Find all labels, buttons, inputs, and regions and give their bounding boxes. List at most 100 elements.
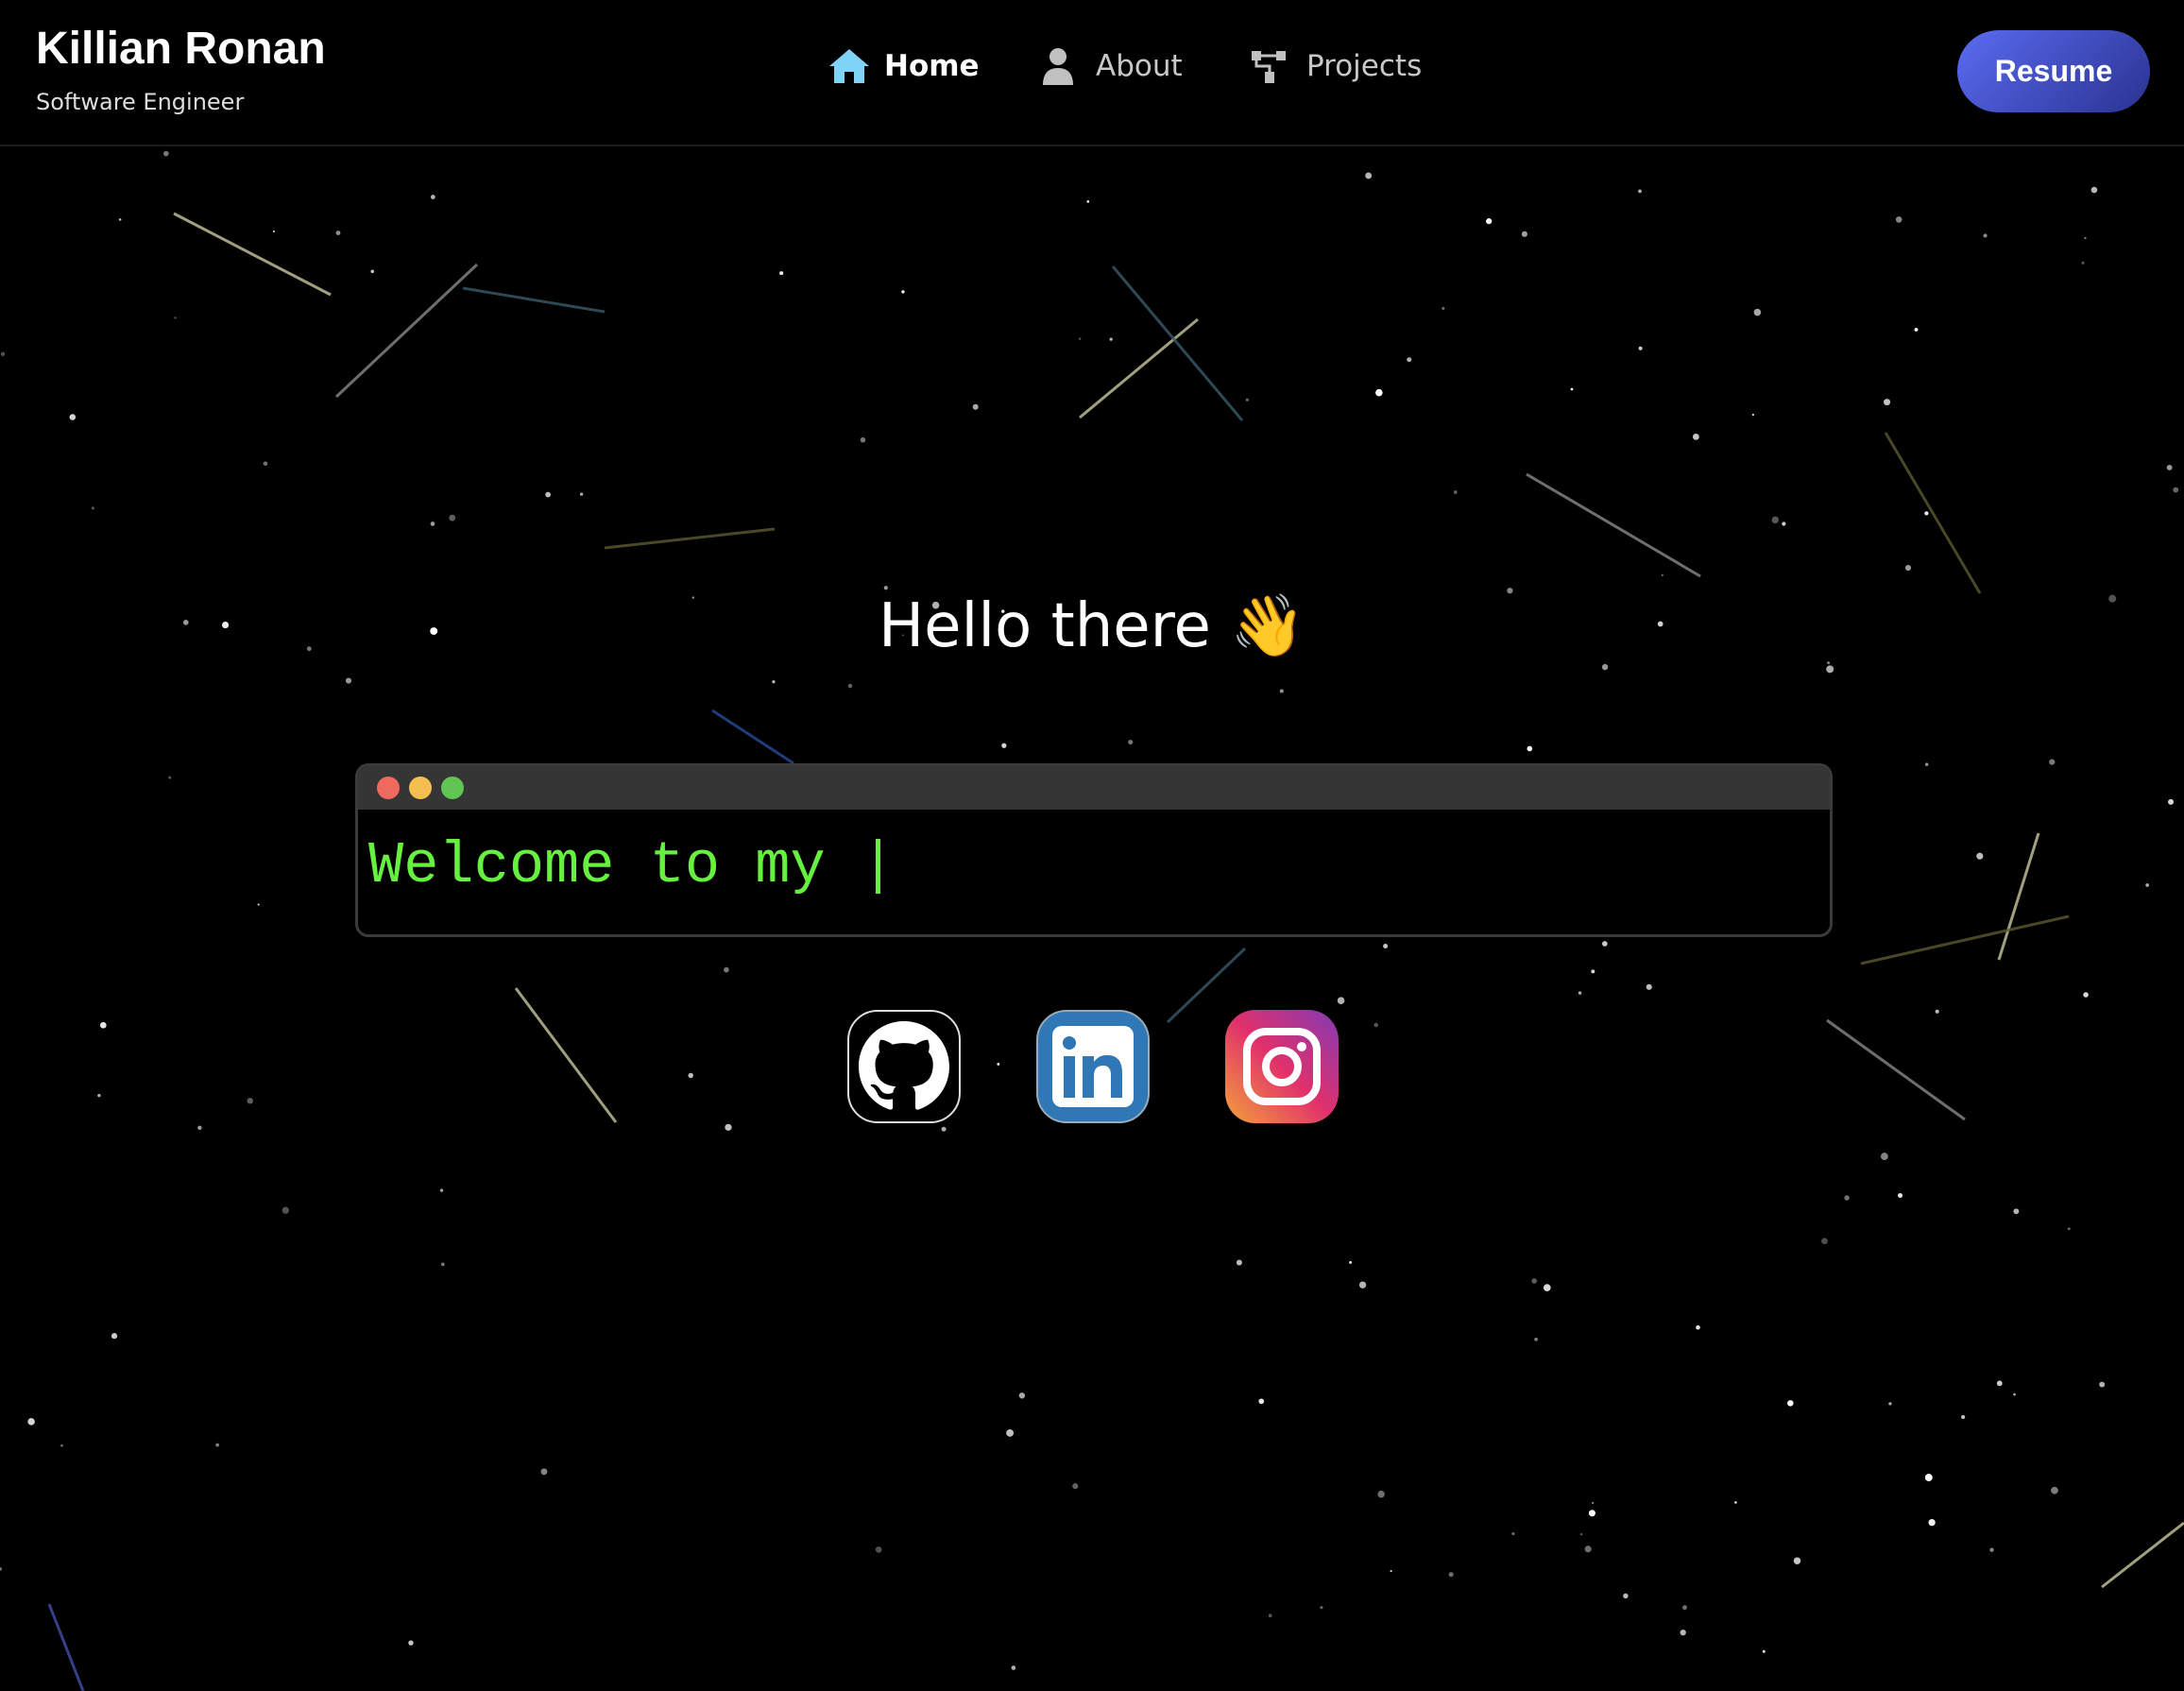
star [111, 1333, 118, 1340]
waving-hand-icon: 👋 [1230, 591, 1305, 661]
meteor-streak [334, 263, 479, 399]
instagram-link[interactable] [1225, 1010, 1339, 1123]
star [545, 491, 551, 498]
star [1996, 1380, 2003, 1387]
star [972, 403, 979, 410]
star [2083, 992, 2089, 998]
star [168, 776, 172, 779]
star [1751, 413, 1755, 417]
star [1072, 1483, 1079, 1490]
nav-about[interactable]: About [1039, 47, 1183, 85]
star [263, 461, 268, 467]
nav-about-label: About [1096, 49, 1183, 83]
star [345, 677, 352, 684]
resume-button[interactable]: Resume [1957, 30, 2150, 112]
star [27, 1418, 35, 1426]
star [2173, 487, 2179, 493]
terminal-title-bar [358, 766, 1830, 810]
social-links [847, 1010, 1339, 1123]
star [1696, 1324, 1700, 1330]
star [901, 290, 905, 294]
star [1268, 1614, 1272, 1618]
star [2013, 1208, 2020, 1215]
meteor-streak [47, 1603, 85, 1691]
star [860, 436, 866, 443]
star [1018, 1392, 1026, 1399]
star [430, 521, 435, 526]
star [1753, 308, 1762, 316]
star [1531, 1278, 1537, 1284]
star [2049, 759, 2056, 765]
star [2067, 1227, 2071, 1231]
star [1898, 1192, 1903, 1198]
nav-projects[interactable]: Projects [1250, 47, 1422, 85]
star [99, 1021, 107, 1029]
star [1511, 1531, 1515, 1536]
meteor-streak [1079, 317, 1199, 419]
star [1680, 1629, 1686, 1636]
linkedin-link[interactable] [1036, 1010, 1150, 1123]
star [1844, 1195, 1850, 1201]
star [1904, 564, 1912, 572]
site-header: Killian Ronan Software Engineer Home Abo… [0, 0, 2184, 146]
star [1638, 346, 1643, 350]
meteor-streak [1997, 832, 2040, 961]
star [724, 966, 729, 973]
meteor-streak [462, 286, 606, 314]
star [1692, 433, 1699, 440]
star [1989, 1547, 1994, 1552]
site-title: Killian Ronan [36, 24, 326, 74]
star [1570, 387, 1574, 391]
star [1349, 1260, 1353, 1264]
greeting: Hello there 👋 [0, 590, 2184, 661]
star [370, 269, 375, 274]
star [1337, 997, 1345, 1005]
meteor-streak [514, 987, 618, 1123]
star [1914, 328, 1919, 332]
star [1584, 1546, 1592, 1553]
star [1895, 216, 1902, 223]
nav-home-label: Home [884, 49, 980, 83]
star [162, 150, 169, 157]
star [2013, 1392, 2016, 1396]
star [579, 492, 584, 496]
star [430, 195, 435, 199]
nav-projects-label: Projects [1306, 49, 1423, 83]
star [1976, 852, 1984, 860]
star [1601, 941, 1608, 947]
meteor-streak [1526, 472, 1701, 578]
star [1884, 399, 1891, 406]
maximize-dot-icon [441, 777, 464, 799]
meteor-streak [1826, 1018, 1966, 1121]
star [2145, 883, 2149, 887]
star [449, 514, 456, 521]
star [1579, 1532, 1583, 1536]
star [335, 231, 341, 235]
star [1442, 306, 1445, 310]
star [1377, 1490, 1385, 1498]
star [1682, 1605, 1687, 1611]
star [1320, 1605, 1323, 1610]
star [2166, 465, 2173, 470]
terminal-typing-text: Welcome to my | [368, 832, 896, 899]
star [91, 506, 94, 510]
close-dot-icon [377, 777, 400, 799]
star [1453, 490, 1458, 494]
minimize-dot-icon [409, 777, 432, 799]
star [1601, 663, 1609, 671]
star [272, 231, 275, 233]
user-icon [1043, 48, 1073, 85]
star [2099, 1381, 2106, 1388]
github-icon [859, 1021, 949, 1110]
star [1928, 1518, 1936, 1527]
star [725, 1123, 732, 1131]
meteor-streak [604, 527, 776, 550]
star [772, 680, 776, 684]
github-link[interactable] [847, 1010, 961, 1123]
nav-home[interactable]: Home [828, 47, 980, 85]
meteor-streak [2101, 1521, 2184, 1589]
star [282, 1206, 289, 1214]
star [1258, 1398, 1265, 1405]
star [1543, 1284, 1551, 1291]
star [1935, 1009, 1939, 1014]
